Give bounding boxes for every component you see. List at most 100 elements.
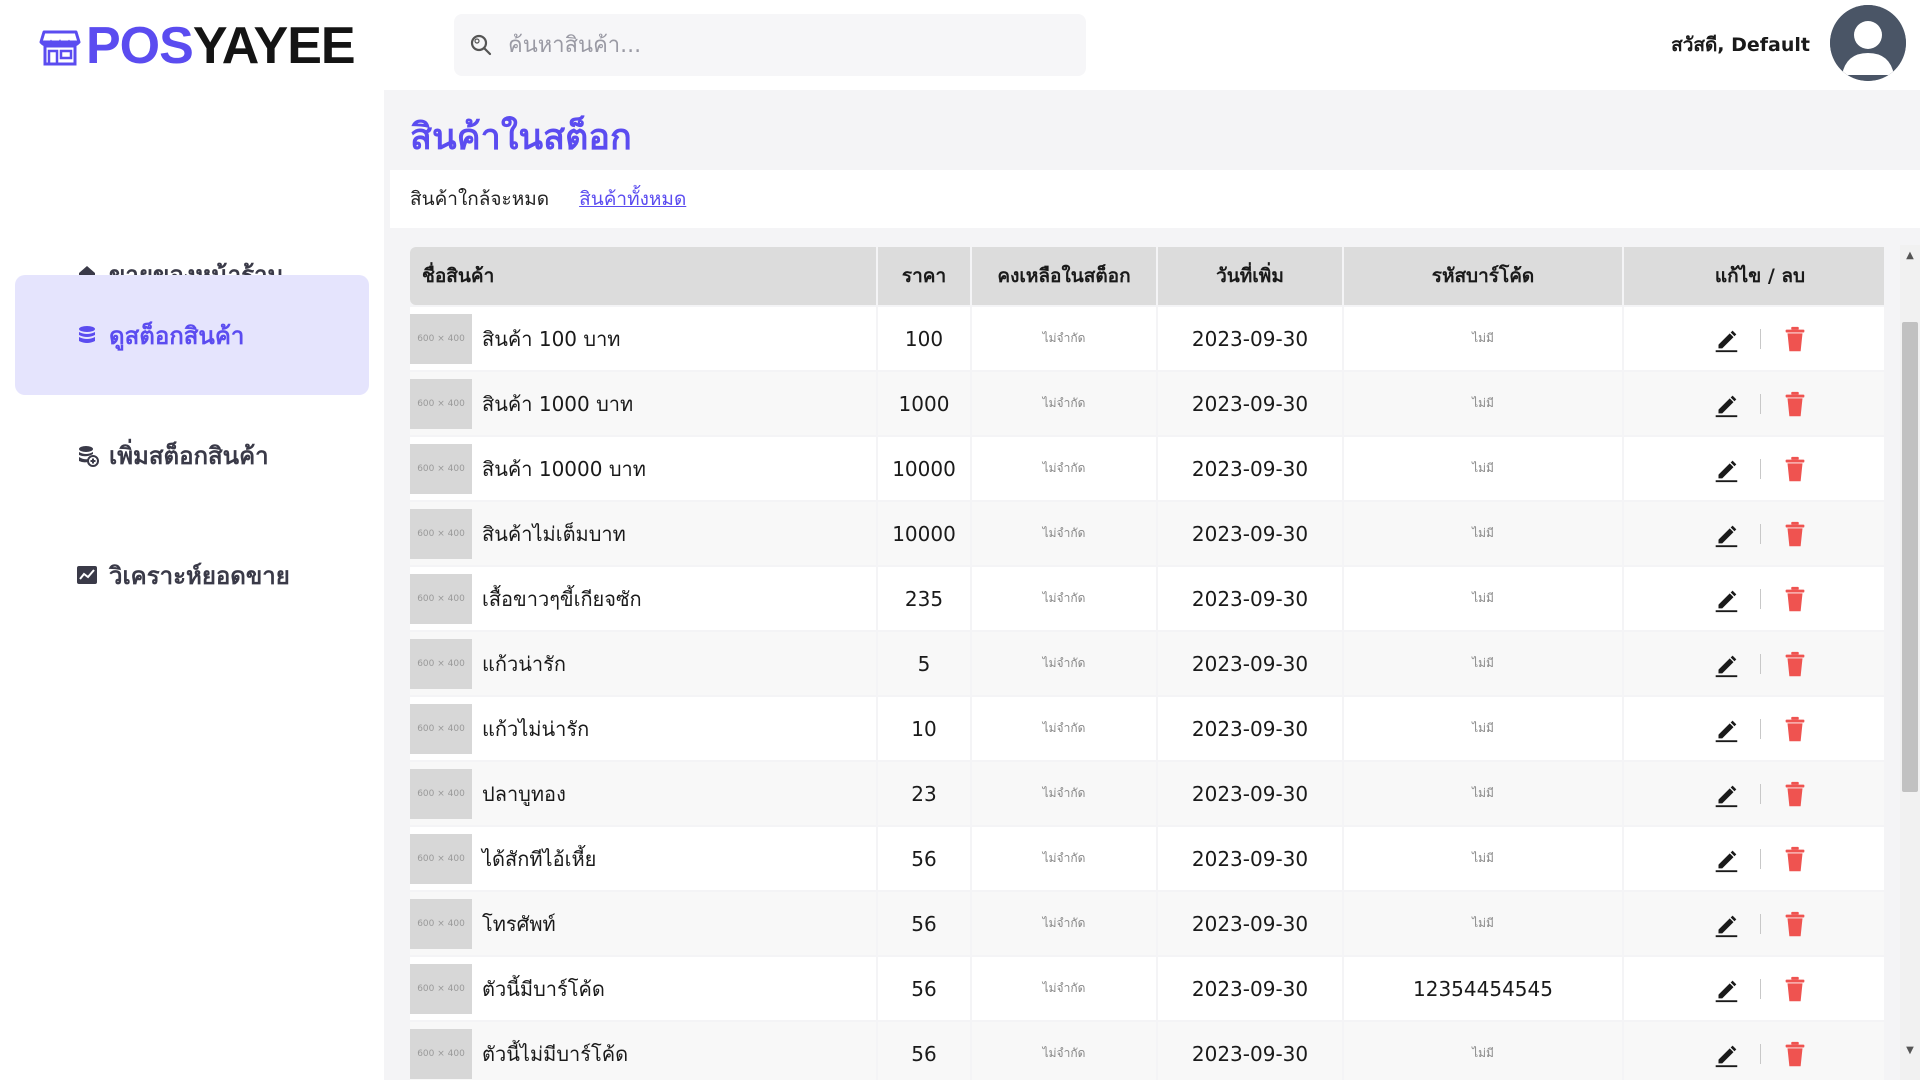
delete-icon[interactable] <box>1779 843 1811 875</box>
edit-icon[interactable] <box>1710 713 1742 745</box>
actions-cell <box>1624 437 1884 500</box>
scrollbar-thumb[interactable] <box>1902 322 1918 792</box>
delete-icon[interactable] <box>1779 908 1811 940</box>
product-name-cell: 600 × 400 ตัวนี้มีบาร์โค้ด <box>410 957 876 1020</box>
sidebar-item-view-stock[interactable]: ดูสต็อกสินค้า <box>15 275 369 395</box>
product-name-cell: 600 × 400 สินค้า 10000 บาท <box>410 437 876 500</box>
product-date: 2023-09-30 <box>1158 567 1342 630</box>
product-date: 2023-09-30 <box>1158 307 1342 370</box>
product-date: 2023-09-30 <box>1158 697 1342 760</box>
tab-low-stock[interactable]: สินค้าใกล้จะหมด <box>410 184 549 214</box>
product-stock: ไม่จำกัด <box>972 957 1156 1020</box>
edit-icon[interactable] <box>1710 583 1742 615</box>
table-row: 600 × 400 เสื้อขาวๆขี้เกียจซัก 235 ไม่จำกัด… <box>410 567 1884 630</box>
product-name-cell: 600 × 400 ได้สักทีไอ้เหี้ย <box>410 827 876 890</box>
product-barcode: ไม่มี <box>1344 502 1622 565</box>
column-header[interactable]: รหัสบาร์โค้ด <box>1344 247 1622 305</box>
delete-icon[interactable] <box>1779 518 1811 550</box>
edit-icon[interactable] <box>1710 453 1742 485</box>
column-header[interactable]: ราคา <box>878 247 970 305</box>
product-barcode: ไม่มี <box>1344 437 1622 500</box>
product-name-cell: 600 × 400 เสื้อขาวๆขี้เกียจซัก <box>410 567 876 630</box>
logo[interactable]: POSYAYEE <box>38 17 356 75</box>
action-divider <box>1759 978 1761 999</box>
product-price: 1000 <box>878 372 970 435</box>
delete-icon[interactable] <box>1779 1038 1811 1070</box>
edit-icon[interactable] <box>1710 908 1742 940</box>
table-row: 600 × 400 ได้สักทีไอ้เหี้ย 56 ไม่จำกัด 2023-… <box>410 827 1884 890</box>
table-row: 600 × 400 แก้วน่ารัก 5 ไม่จำกัด 2023-09-30 ไม… <box>410 632 1884 695</box>
delete-icon[interactable] <box>1779 388 1811 420</box>
product-date: 2023-09-30 <box>1158 957 1342 1020</box>
edit-icon[interactable] <box>1710 973 1742 1005</box>
action-divider <box>1759 458 1761 479</box>
edit-icon[interactable] <box>1710 843 1742 875</box>
actions-cell <box>1624 892 1884 955</box>
sidebar-item-sales-analysis[interactable]: วิเคราะห์ยอดขาย <box>15 515 369 635</box>
delete-icon[interactable] <box>1779 323 1811 355</box>
product-name[interactable]: สินค้าไม่เต็มบาท <box>482 518 626 550</box>
action-divider <box>1759 783 1761 804</box>
product-name-cell: 600 × 400 สินค้าไม่เต็มบาท <box>410 502 876 565</box>
actions-cell <box>1624 762 1884 825</box>
product-stock: ไม่จำกัด <box>972 762 1156 825</box>
actions-cell <box>1624 307 1884 370</box>
product-thumbnail: 600 × 400 <box>410 443 472 494</box>
product-name[interactable]: สินค้า 1000 บาท <box>482 388 633 420</box>
product-price: 5 <box>878 632 970 695</box>
product-name[interactable]: สินค้า 100 บาท <box>482 323 621 355</box>
product-thumbnail: 600 × 400 <box>410 963 472 1014</box>
product-price: 100 <box>878 307 970 370</box>
product-name[interactable]: แก้วน่ารัก <box>482 648 566 680</box>
delete-icon[interactable] <box>1779 778 1811 810</box>
table-row: 600 × 400 ตัวนี้มีบาร์โค้ด 56 ไม่จำกัด 2023-… <box>410 957 1884 1020</box>
product-name[interactable]: ได้สักทีไอ้เหี้ย <box>482 843 596 875</box>
product-name[interactable]: เสื้อขาวๆขี้เกียจซัก <box>482 583 642 615</box>
search-input[interactable] <box>508 32 1068 58</box>
product-name[interactable]: ปลาบูทอง <box>482 778 566 810</box>
edit-icon[interactable] <box>1710 648 1742 680</box>
product-name[interactable]: แก้วไม่น่ารัก <box>482 713 589 745</box>
avatar[interactable] <box>1830 5 1906 81</box>
logo-text-pos: POS <box>86 17 194 75</box>
scroll-down-icon[interactable]: ▼ <box>1900 1040 1920 1060</box>
product-name[interactable]: โทรศัพท์ <box>482 908 556 940</box>
product-date: 2023-09-30 <box>1158 892 1342 955</box>
column-header[interactable]: วันที่เพิ่ม <box>1158 247 1342 305</box>
delete-icon[interactable] <box>1779 583 1811 615</box>
product-barcode: 12354454545 <box>1344 957 1622 1020</box>
delete-icon[interactable] <box>1779 453 1811 485</box>
action-divider <box>1759 653 1761 674</box>
edit-icon[interactable] <box>1710 518 1742 550</box>
edit-icon[interactable] <box>1710 388 1742 420</box>
product-stock: ไม่จำกัด <box>972 437 1156 500</box>
edit-icon[interactable] <box>1710 323 1742 355</box>
product-price: 56 <box>878 1022 970 1080</box>
product-name[interactable]: ตัวนี้ไม่มีบาร์โค้ด <box>482 1038 628 1070</box>
product-thumbnail: 600 × 400 <box>410 378 472 429</box>
action-divider <box>1759 328 1761 349</box>
column-header[interactable]: ชื่อสินค้า <box>410 247 876 305</box>
product-thumbnail: 600 × 400 <box>410 833 472 884</box>
product-name-cell: 600 × 400 ตัวนี้ไม่มีบาร์โค้ด <box>410 1022 876 1080</box>
product-stock: ไม่จำกัด <box>972 892 1156 955</box>
tab-all-products[interactable]: สินค้าทั้งหมด <box>579 184 686 214</box>
edit-icon[interactable] <box>1710 778 1742 810</box>
edit-icon[interactable] <box>1710 1038 1742 1070</box>
scroll-up-icon[interactable]: ▲ <box>1900 245 1920 265</box>
action-divider <box>1759 393 1761 414</box>
column-header[interactable]: คงเหลือในสต็อก <box>972 247 1156 305</box>
product-stock: ไม่จำกัด <box>972 632 1156 695</box>
table-row: 600 × 400 สินค้าไม่เต็มบาท 10000 ไม่จำกัด 20… <box>410 502 1884 565</box>
delete-icon[interactable] <box>1779 648 1811 680</box>
delete-icon[interactable] <box>1779 713 1811 745</box>
actions-cell <box>1624 567 1884 630</box>
product-name[interactable]: ตัวนี้มีบาร์โค้ด <box>482 973 605 1005</box>
delete-icon[interactable] <box>1779 973 1811 1005</box>
product-thumbnail: 600 × 400 <box>410 768 472 819</box>
product-name[interactable]: สินค้า 10000 บาท <box>482 453 646 485</box>
product-barcode: ไม่มี <box>1344 372 1622 435</box>
table-row: 600 × 400 ตัวนี้ไม่มีบาร์โค้ด 56 ไม่จำกัด 20… <box>410 1022 1884 1080</box>
action-divider <box>1759 588 1761 609</box>
sidebar-item-add-stock[interactable]: เพิ่มสต็อกสินค้า <box>15 395 369 515</box>
